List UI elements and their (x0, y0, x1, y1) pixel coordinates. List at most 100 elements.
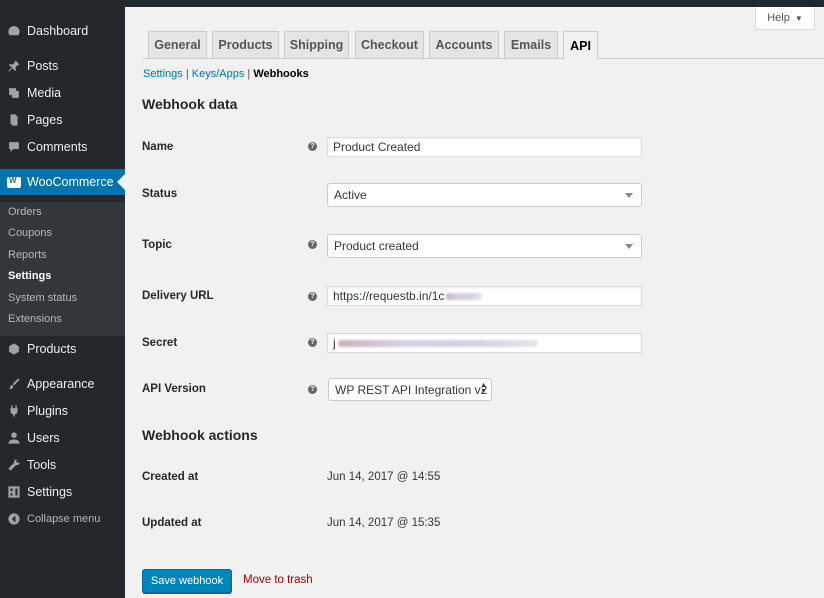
help-tip-icon[interactable]: ? (308, 385, 317, 394)
updown-arrows-icon: ▲ ▼ (480, 382, 487, 395)
box-icon (7, 342, 21, 356)
submenu-item-extensions[interactable]: Extensions (8, 313, 62, 325)
tab-emails[interactable]: Emails (504, 31, 558, 59)
chevron-down-icon (625, 193, 633, 198)
sidebar-item-label: Comments (27, 140, 88, 154)
sidebar-item-woocommerce[interactable]: WooCommerce (0, 169, 125, 195)
wrench-icon (7, 458, 21, 472)
tab-general[interactable]: General (148, 31, 207, 59)
redacted-text (446, 292, 483, 300)
tab-checkout[interactable]: Checkout (355, 31, 424, 59)
updated-at-label: Updated at (142, 517, 202, 529)
sidebar-item-label: Pages (27, 113, 63, 127)
sidebar-item-products[interactable]: Products (0, 336, 125, 362)
admin-bar (0, 0, 824, 7)
help-button[interactable]: Help ▼ (755, 7, 815, 30)
subnav-separator: | (247, 68, 251, 80)
sidebar-item-label: Products (27, 342, 77, 356)
sidebar-item-dashboard[interactable]: Dashboard (0, 18, 125, 44)
settings-icon (7, 485, 21, 499)
sidebar-item-appearance[interactable]: Appearance (0, 371, 125, 397)
sidebar-item-label: Collapse menu (27, 513, 101, 525)
sidebar-item-label: Settings (27, 485, 73, 499)
comment-icon (7, 140, 21, 154)
sidebar-item-label: Users (27, 431, 60, 445)
sidebar-item-label: WooCommerce (27, 175, 114, 189)
webhook-actions-heading: Webhook actions (142, 427, 258, 443)
sidebar-item-plugins[interactable]: Plugins (0, 398, 125, 424)
webhook-data-heading: Webhook data (142, 96, 238, 112)
help-tip-icon[interactable]: ? (308, 292, 317, 301)
created-at-label: Created at (142, 471, 199, 483)
submenu-item-reports[interactable]: Reports (8, 249, 47, 261)
plugin-icon (7, 404, 21, 418)
status-label: Status (142, 188, 178, 200)
api-version-label: API Version (142, 383, 206, 395)
pages-icon (7, 113, 21, 127)
subnav-keys-link[interactable]: Keys/Apps (192, 68, 245, 80)
secret-input[interactable]: j (327, 333, 642, 353)
name-input[interactable]: Product Created (327, 137, 642, 157)
updated-at-value: Jun 14, 2017 @ 15:35 (327, 517, 441, 529)
media-icon (7, 86, 21, 100)
breadcrumb: Settings | Keys/Apps | Webhooks (143, 68, 309, 80)
move-to-trash-link[interactable]: Move to trash (243, 574, 313, 586)
submenu-item-coupons[interactable]: Coupons (8, 227, 52, 239)
sidebar-item-label: Media (27, 86, 62, 100)
submenu-item-orders[interactable]: Orders (8, 206, 42, 218)
sidebar-item-media[interactable]: Media (0, 80, 125, 106)
sidebar-collapse-menu[interactable]: Collapse menu (0, 506, 125, 532)
api-version-select[interactable]: WP REST API Integration v2 ▲ ▼ (328, 378, 492, 401)
topic-label: Topic (142, 239, 172, 251)
api-version-value: WP REST API Integration v2 (335, 382, 488, 397)
sidebar-item-label: Plugins (27, 404, 68, 418)
help-tip-icon[interactable]: ? (308, 240, 317, 249)
save-webhook-button[interactable]: Save webhook (142, 569, 232, 593)
sidebar-item-label: Dashboard (27, 24, 89, 38)
admin-sidebar: Dashboard Posts Media Pages Comments Woo… (0, 7, 125, 598)
created-at-value: Jun 14, 2017 @ 14:55 (327, 471, 441, 483)
subnav-separator: | (185, 68, 189, 80)
sidebar-item-tools[interactable]: Tools (0, 452, 125, 478)
delivery-url-value: https://requestb.in/1c (333, 289, 445, 303)
name-input-value: Product Created (333, 140, 421, 154)
sidebar-item-pages[interactable]: Pages (0, 107, 125, 133)
topic-select[interactable]: Product created (327, 234, 642, 258)
sidebar-item-posts[interactable]: Posts (0, 53, 125, 79)
subnav-webhooks-current: Webhooks (253, 68, 309, 80)
sidebar-item-users[interactable]: Users (0, 425, 125, 451)
delivery-url-input[interactable]: https://requestb.in/1c (327, 286, 642, 306)
secret-label: Secret (142, 337, 178, 349)
dashboard-icon (7, 24, 21, 38)
user-icon (7, 431, 21, 445)
status-select-value: Active (334, 188, 367, 202)
submenu-item-settings[interactable]: Settings (8, 270, 51, 282)
tab-accounts[interactable]: Accounts (429, 31, 499, 59)
sidebar-item-settings[interactable]: Settings (0, 479, 125, 505)
subnav-settings-link[interactable]: Settings (143, 68, 183, 80)
woocommerce-icon (7, 175, 21, 189)
pin-icon (7, 59, 21, 73)
tab-shipping[interactable]: Shipping (284, 31, 349, 59)
name-label: Name (142, 141, 174, 153)
help-tip-icon[interactable]: ? (308, 338, 317, 347)
secret-value: j (333, 336, 336, 350)
help-label: Help (767, 12, 790, 24)
brush-icon (7, 377, 21, 391)
redacted-text (337, 339, 538, 347)
triangle-down-icon: ▼ (794, 13, 803, 23)
status-select[interactable]: Active (327, 183, 642, 207)
sidebar-item-comments[interactable]: Comments (0, 134, 125, 160)
sidebar-item-label: Appearance (27, 377, 95, 391)
sidebar-item-label: Posts (27, 59, 59, 73)
sidebar-item-label: Tools (27, 458, 57, 472)
tab-products[interactable]: Products (212, 31, 279, 59)
delivery-url-label: Delivery URL (142, 290, 214, 302)
help-tip-icon[interactable]: ? (308, 142, 317, 151)
topic-select-value: Product created (334, 239, 419, 253)
tab-api[interactable]: API (563, 31, 598, 60)
chevron-down-icon (625, 244, 633, 249)
woocommerce-submenu: Orders Coupons Reports Settings System s… (0, 202, 125, 336)
collapse-icon (7, 512, 21, 526)
submenu-item-system-status[interactable]: System status (8, 292, 77, 304)
